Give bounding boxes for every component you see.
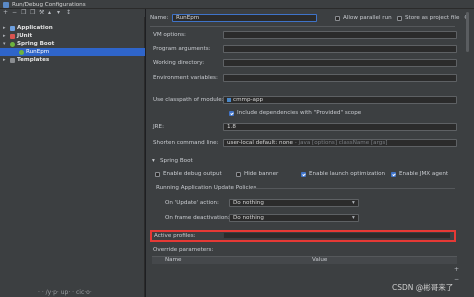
remove-icon[interactable]: − [12,10,17,16]
copy-icon[interactable]: ❐ [21,10,26,16]
tree-item-templates[interactable]: ▸ Templates [0,56,145,64]
on-update-label: On 'Update' action: [165,200,219,206]
divider [252,188,455,189]
on-update-value: Do nothing [233,200,264,206]
scrollbar[interactable] [466,12,469,52]
enable-debug-checkbox[interactable] [155,172,160,177]
background-text-fragment: · · /y·p· up· · cic·o· [38,289,92,296]
wrench-template-icon [10,58,15,63]
on-update-select[interactable]: Do nothing [229,199,359,207]
shorten-value: user-local default: none [227,140,293,146]
enable-launch-opt-checkbox[interactable] [301,172,306,177]
working-dir-label: Working directory: [153,60,205,66]
move-down-icon[interactable]: ▾ [57,10,60,16]
chevron-down-icon: ▾ [352,215,355,221]
save-icon[interactable]: ❐ [30,10,35,16]
vm-options-field[interactable] [223,31,457,39]
column-header-name[interactable]: Name [165,257,182,264]
override-params-label: Override parameters: [153,247,214,253]
tree-item-junit[interactable]: ▸ JUnit [0,32,145,40]
move-up-icon[interactable]: ▴ [48,10,51,16]
program-args-field[interactable] [223,45,457,53]
classpath-label: Use classpath of module: [153,97,224,103]
chevron-down-icon: ▾ [352,200,355,206]
jre-select[interactable]: 1.8 [223,123,457,131]
name-field[interactable]: RunEpm [172,14,317,22]
module-icon [227,97,231,102]
spring-boot-icon [10,42,15,47]
include-provided-checkbox[interactable] [229,111,234,116]
on-frame-label: On frame deactivation: [165,215,230,221]
override-params-table-header: Name Value [152,256,457,264]
collapse-arrow-icon[interactable]: ▾ [3,40,6,48]
junit-icon [10,34,15,39]
store-project-label: Store as project file [405,15,460,21]
tree-item-runepm[interactable]: RunEpm [0,48,145,56]
tree-toolbar: + − ❐ ❐ ⚒ ▴ ▾ ↕ [0,9,145,17]
expand-arrow-icon[interactable]: ▸ [3,24,6,32]
store-project-checkbox[interactable] [397,16,402,21]
active-profiles-label: Active profiles: [154,233,196,239]
update-policies-label: Running Application Update Policies [156,185,257,191]
on-frame-select[interactable]: Do nothing [229,214,359,222]
divider [150,26,455,27]
title-bar: Run/Debug Configurations [0,0,474,9]
name-label: Name: [150,15,169,21]
column-header-value[interactable]: Value [312,257,327,264]
shorten-label: Shorten command line: [153,140,219,146]
spring-boot-section-title: Spring Boot [160,158,193,164]
classpath-value: cmmp-app [233,97,264,103]
hide-banner-checkbox[interactable] [236,172,241,177]
jre-label: JRE: [153,124,164,130]
wrench-icon[interactable]: ⚒ [39,10,44,16]
include-provided-label: Include dependencies with "Provided" sco… [237,110,362,116]
tree-item-label: RunEpm [26,49,50,55]
tree-item-label: Application [17,25,53,31]
csdn-watermark: CSDN @彬哥来了 [392,283,454,292]
sort-icon[interactable]: ↕ [66,10,71,16]
remove-row-icon[interactable]: − [454,276,459,283]
env-vars-field[interactable] [223,74,457,82]
spring-boot-run-icon [19,50,24,55]
working-dir-field[interactable] [223,59,457,67]
tree-item-label: Templates [17,57,50,63]
app-icon [3,1,9,8]
application-icon [10,26,15,31]
enable-jmx-label: Enable JMX agent [399,171,449,177]
allow-parallel-checkbox[interactable] [335,16,340,21]
enable-launch-opt-label: Enable launch optimization [309,171,386,177]
allow-parallel-label: Allow parallel run [343,15,392,21]
shorten-hint: - java [options] className [args] [294,140,388,146]
window-title: Run/Debug Configurations [12,1,86,8]
add-icon[interactable]: + [3,10,8,16]
add-row-icon[interactable]: + [454,266,459,273]
tree-item-label: Spring Boot [17,41,55,47]
name-value: RunEpm [176,15,200,21]
enable-debug-label: Enable debug output [163,171,222,177]
tree-item-application[interactable]: ▸ Application [0,24,145,32]
jre-value: 1.8 [227,124,236,130]
enable-jmx-checkbox[interactable] [391,172,396,177]
shorten-select[interactable]: user-local default: none - java [options… [223,139,457,147]
on-frame-value: Do nothing [233,215,264,221]
classpath-select[interactable]: cmmp-app [223,96,457,104]
expand-arrow-icon[interactable]: ▸ [3,56,6,64]
tree-item-label: JUnit [17,33,33,39]
hide-banner-label: Hide banner [244,171,279,177]
spring-boot-section-arrow-icon[interactable]: ▾ [152,158,155,165]
vm-options-label: VM options: [153,32,186,38]
expand-arrow-icon[interactable]: ▸ [3,32,6,40]
config-tree: ▸ Application ▸ JUnit ▾ Spring Boot RunE… [0,17,145,297]
active-profiles-field[interactable] [223,232,451,239]
tree-item-spring-boot[interactable]: ▾ Spring Boot [0,40,145,48]
program-args-label: Program arguments: [153,46,211,52]
env-vars-label: Environment variables: [153,75,218,81]
